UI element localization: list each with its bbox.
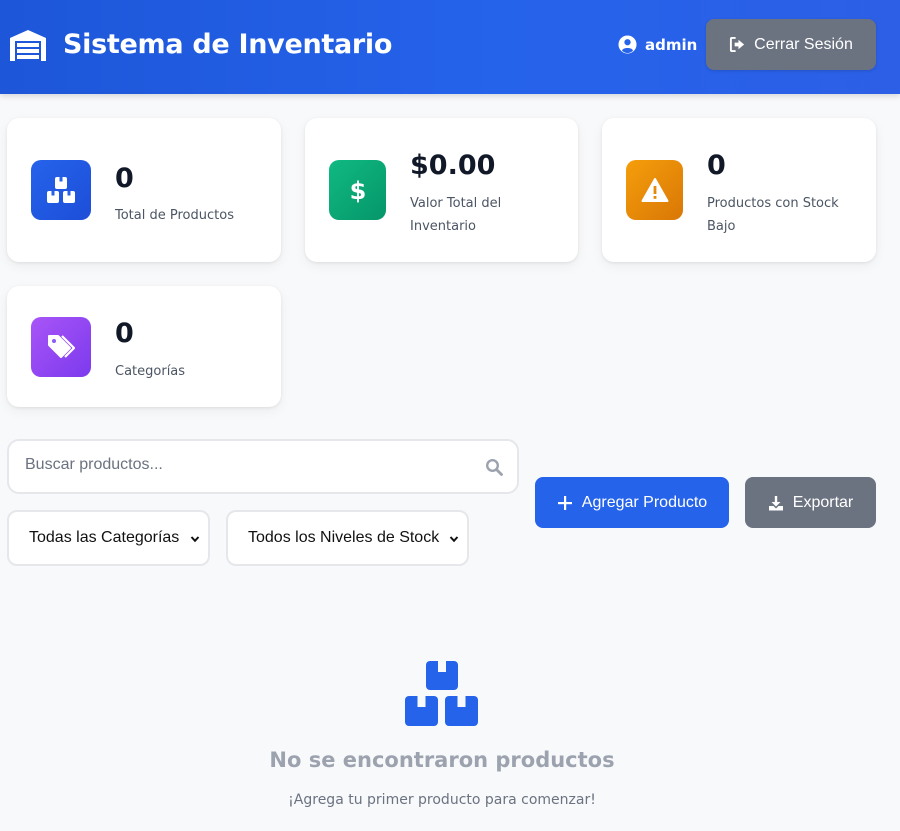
logout-label: Cerrar Sesión: [754, 35, 853, 53]
stat-card-total-products: 0 Total de Productos: [7, 118, 281, 262]
search-input[interactable]: [25, 456, 465, 474]
stat-value-total-products: 0: [115, 163, 134, 194]
stat-card-categories: 0 Categorías: [7, 286, 281, 407]
brand: Sistema de Inventario: [8, 28, 392, 62]
boxes-icon: [405, 661, 478, 726]
category-filter-value: Todas las Categorías: [29, 529, 180, 546]
search-icon[interactable]: [485, 458, 503, 476]
warehouse-icon: [10, 30, 46, 61]
export-button[interactable]: Exportar: [745, 477, 876, 528]
search-box: [7, 439, 519, 494]
stat-icon-box: [626, 160, 683, 220]
logout-button[interactable]: Cerrar Sesión: [706, 19, 876, 70]
sign-out-icon: [730, 36, 745, 53]
stat-label-low-stock-line2: Bajo: [707, 219, 736, 234]
stock-filter-value: Todos los Niveles de Stock: [248, 529, 440, 546]
export-label: Exportar: [792, 493, 854, 511]
chevron-down-icon: [449, 536, 459, 543]
app-header: Sistema de Inventario admin Cerrar Sesió…: [0, 0, 900, 94]
stat-label-inventory-value-line1: Valor Total del: [410, 196, 502, 211]
stat-value-categories: 0: [115, 318, 134, 349]
stat-icon-box: [31, 160, 91, 220]
stat-card-low-stock: 0 Productos con Stock Bajo: [602, 118, 876, 262]
stat-value-inventory-value: $0.00: [410, 150, 496, 181]
empty-state-title: No se encontraron productos: [269, 748, 615, 772]
stat-value-low-stock: 0: [707, 150, 726, 181]
user-circle-icon: [618, 35, 637, 54]
stat-icon-box: $: [329, 160, 386, 220]
add-product-label: Agregar Producto: [581, 493, 708, 511]
stat-label-low-stock-line1: Productos con Stock: [707, 196, 839, 211]
stat-label-categories: Categorías: [115, 364, 186, 379]
user-info: admin: [618, 35, 697, 54]
app-title: Sistema de Inventario: [63, 29, 393, 60]
svg-text:$: $: [349, 177, 366, 205]
empty-state-subtitle: ¡Agrega tu primer producto para comenzar…: [288, 792, 596, 808]
stat-card-inventory-value: $ $0.00 Valor Total del Inventario: [305, 118, 578, 262]
category-filter-select[interactable]: Todas las Categorías: [7, 510, 210, 566]
stat-label-inventory-value-line2: Inventario: [410, 219, 476, 234]
warning-icon: [641, 178, 668, 202]
chevron-down-icon: [190, 536, 200, 543]
boxes-icon: [47, 177, 75, 203]
tags-icon: [48, 335, 76, 358]
dollar-icon: $: [349, 177, 366, 205]
stock-filter-select[interactable]: Todos los Niveles de Stock: [226, 510, 469, 566]
plus-icon: [557, 495, 572, 510]
stat-icon-box: [31, 317, 91, 377]
stat-label-total-products: Total de Productos: [115, 208, 234, 223]
download-icon: [768, 495, 783, 510]
username: admin: [645, 35, 698, 54]
add-product-button[interactable]: Agregar Producto: [535, 477, 729, 528]
